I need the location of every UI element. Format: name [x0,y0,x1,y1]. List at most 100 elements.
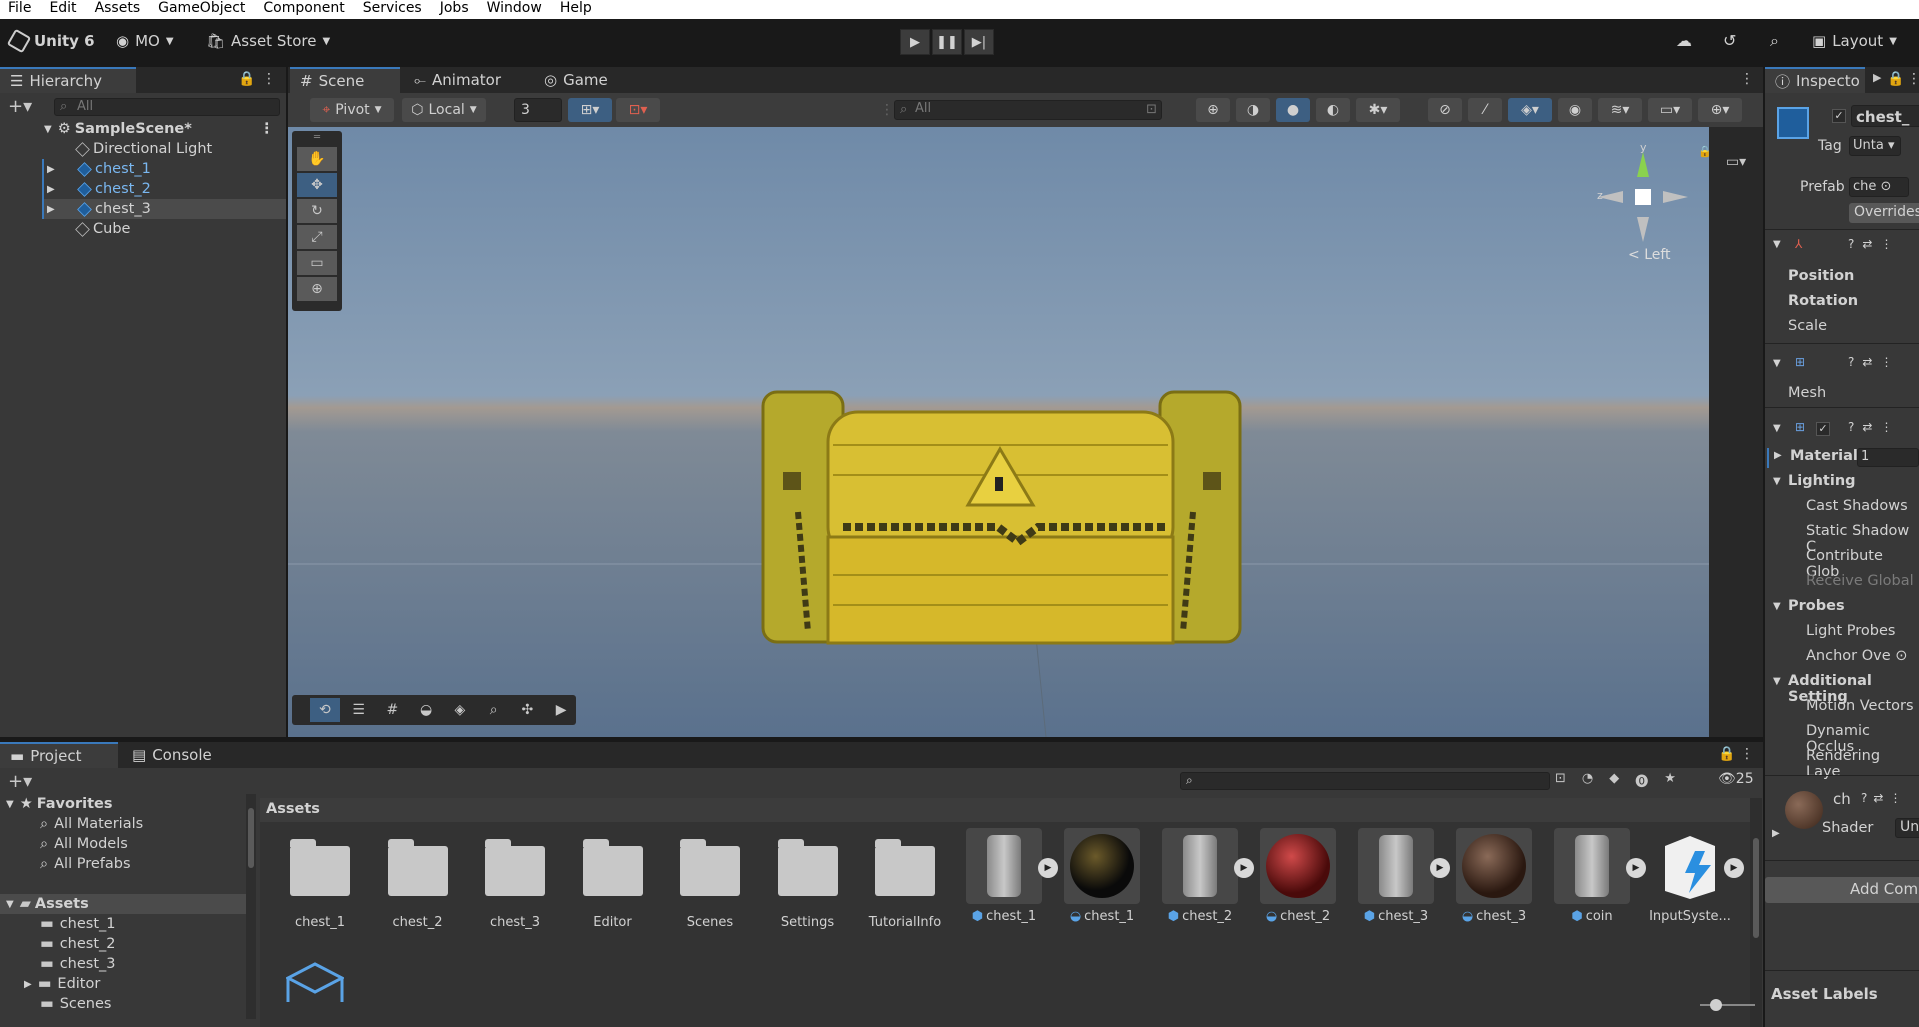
project-search-input[interactable]: ⌕ [1180,772,1550,790]
preset-icon[interactable]: ⇄ [1862,355,1872,369]
active-checkbox[interactable]: ✓ [1832,109,1846,123]
help-icon[interactable]: ? [1848,355,1854,369]
pivot-dropdown[interactable]: ⌖ Pivot ▼ [310,98,394,122]
lock-icon[interactable]: 🔒 [238,71,255,87]
label-filter-icon[interactable]: ◆ [1609,771,1619,790]
more-options-icon[interactable]: ⋮ [1889,791,1901,805]
expand-play-icon[interactable]: ▶ [1430,858,1450,878]
tab-project[interactable]: ▬ Project [0,742,118,768]
search-filter-icon[interactable]: ⊡ [1146,102,1157,117]
transform-tool-button[interactable]: ⊕ [297,277,337,301]
icon-size-slider[interactable] [1700,999,1755,1011]
orientation-label[interactable]: < Left [1628,247,1671,263]
tree-scrollbar[interactable] [246,794,256,1019]
overrides-dropdown[interactable]: Overrides [1849,203,1919,223]
asset-file[interactable]: ◒ chest_3 [1454,828,1534,938]
menu-help[interactable]: Help [552,0,602,19]
asset-folder[interactable]: chest_3 [475,834,555,944]
menu-file[interactable]: File [0,0,41,19]
mesh-filter-foldout-icon[interactable]: ▼ [1773,358,1781,369]
materials-count-field[interactable]: 1 [1857,448,1919,467]
foldout-arrow-icon[interactable]: ▼ [1773,601,1781,612]
hierarchy-item[interactable]: ▶ chest_3 [42,199,286,219]
rotate-tool-button[interactable]: ↻ [297,199,337,223]
hierarchy-item[interactable]: Cube [0,219,286,239]
camera-settings-button[interactable]: ▭▾ [1648,98,1692,122]
create-asset-button[interactable]: +▾ [8,771,32,792]
expand-arrow-icon[interactable]: ▶ [47,204,55,215]
favorites-row[interactable]: ▼ ★ Favorites [0,794,258,814]
favorite-item[interactable]: ⌕ All Materials [0,814,258,834]
add-component-button[interactable]: Add Comp [1765,877,1919,903]
asset-tree-item[interactable]: ▬ chest_1 [0,914,258,934]
foldout-arrow-icon[interactable]: ▼ [1773,676,1781,687]
camera-overlay-icon[interactable]: ▭▾ [1719,152,1753,172]
debug-draw-button[interactable]: ✱▾ [1356,98,1400,122]
pause-button[interactable]: ❚❚ [932,29,962,55]
drag-handle-icon[interactable]: ⋮ [880,102,894,118]
account-dropdown[interactable]: ◉ MO ▼ [116,32,174,50]
foldout-arrow-icon[interactable]: ▶ [24,979,32,990]
tab-scene[interactable]: # Scene [290,67,400,93]
asset-tree-item[interactable]: ▬ chest_2 [0,934,258,954]
asset-folder[interactable]: chest_1 [280,834,360,944]
asset-file[interactable]: ▶ ⬢ chest_2 [1160,828,1254,938]
help-icon[interactable]: ? [1848,237,1854,251]
object-picker-icon[interactable]: ⊙ [1895,648,1907,664]
arrow-right-icon[interactable]: ▶ [1873,71,1881,84]
hierarchy-item[interactable]: Directional Light [0,139,286,159]
menu-jobs[interactable]: Jobs [432,0,479,19]
asset-file[interactable]: ◒ chest_2 [1258,828,1338,938]
asset-file[interactable]: ◒ chest_1 [1062,828,1142,938]
asset-folder[interactable]: Editor [573,834,653,944]
asset-store-dropdown[interactable]: 🛍 Asset Store ▼ [206,32,330,50]
lock-icon[interactable]: 🔒 [1887,71,1904,87]
asset-file[interactable]: ▶ ⬢ chest_3 [1356,828,1450,938]
unlit-button[interactable]: ◐ [1316,98,1350,122]
rect-tool-button[interactable]: ▭ [297,251,337,275]
cloud-button[interactable]: ☁ [1676,31,1692,50]
sync-button[interactable]: ⟲ [310,698,340,722]
menu-assets[interactable]: Assets [87,0,151,19]
tab-game[interactable]: ◎ Game [534,67,618,93]
grid-size-field[interactable]: 3 [514,98,562,122]
local-dropdown[interactable]: ⬡ Local ▼ [402,98,486,122]
tab-animator[interactable]: ⟜ Animator [404,67,511,93]
help-icon[interactable]: ? [1848,420,1854,434]
input-actions-asset-partial[interactable] [284,962,346,1002]
breadcrumb-assets[interactable]: Assets [266,801,320,817]
asset-folder[interactable]: Settings [768,834,848,944]
play-button[interactable]: ▶ [900,29,930,55]
more-options-icon[interactable]: ⋮ [260,121,275,137]
scrollbar-thumb[interactable] [248,808,254,868]
renderer-enabled-checkbox[interactable]: ✓ [1816,422,1830,436]
type-filter-icon[interactable]: ◔ [1582,771,1593,790]
scene-root-row[interactable]: ▼ ⚙ SampleScene* ⋮ [0,119,286,139]
shader-dropdown[interactable]: Un [1895,818,1919,838]
scrollbar-thumb[interactable] [1753,838,1759,938]
search-overlay-button[interactable]: ⌕ [479,698,509,722]
grid-overlay-button[interactable]: # [378,698,408,722]
more-options-icon[interactable]: ⋮ [262,71,276,87]
mesh-renderer-foldout-icon[interactable]: ▼ [1773,423,1781,434]
favorite-item[interactable]: ⌕ All Prefabs [0,854,258,874]
scale-tool-button[interactable]: ⤢ [297,225,337,249]
prefab-field[interactable]: che ⊙ [1849,177,1909,197]
camera-overlay-button[interactable]: ▶ [546,698,576,722]
scene-viewport[interactable]: ═ ✋ ✥ ↻ ⤢ ▭ ⊕ y z < Left 🔒 ⟲ ☰ # ◒ ◈ ⌕ ✣… [288,127,1709,737]
tab-inspector[interactable]: ⓘ Inspecto [1765,67,1865,93]
more-options-icon[interactable]: ⋮ [1880,355,1892,369]
navigate-overlay-button[interactable]: ✣ [513,698,543,722]
create-button[interactable]: +▾ [8,96,32,117]
more-options-icon[interactable]: ⋮ [1740,746,1754,762]
layers-visibility-button[interactable]: ◈▾ [1508,98,1552,122]
favorite-star-icon[interactable]: ★ [1664,771,1676,790]
expand-arrow-icon[interactable]: ▶ [47,184,55,195]
2d-toggle-button[interactable]: ⊘ [1428,98,1462,122]
grid-snap-button[interactable]: ⊞▾ [568,98,612,122]
preset-icon[interactable]: ⇄ [1862,237,1872,251]
more-options-icon[interactable]: ⋮ [1740,71,1754,87]
materials-row[interactable]: ▶ Material 1 [1767,448,1919,468]
history-button[interactable]: ↺ [1723,31,1736,50]
gizmos-button[interactable]: ⊕▾ [1698,98,1742,122]
